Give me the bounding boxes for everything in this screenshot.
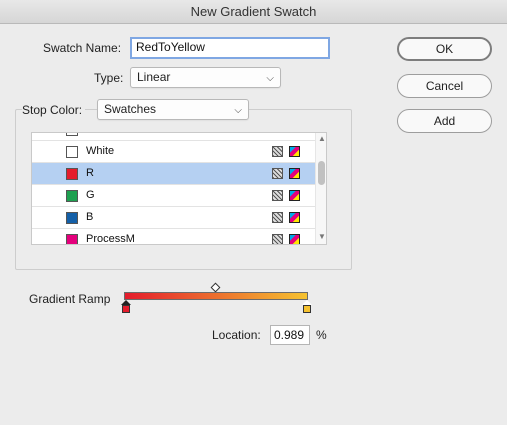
gradient-ramp[interactable]	[124, 292, 308, 300]
process-color-icon	[272, 212, 283, 223]
swatch-label: G	[86, 189, 95, 201]
add-button[interactable]: Add	[397, 109, 492, 133]
cmyk-mode-icon	[289, 146, 300, 157]
chevron-down-icon: ⌵	[234, 105, 242, 116]
cmyk-mode-icon	[289, 212, 300, 223]
stop-color-select-value: Swatches	[104, 102, 157, 116]
stop-color-label: Stop Color:	[22, 103, 86, 117]
ok-button[interactable]: OK	[397, 37, 492, 61]
location-field[interactable]: 0.989	[270, 325, 310, 345]
cancel-button[interactable]: Cancel	[397, 74, 492, 98]
list-item-partial	[32, 133, 315, 141]
swatch-chip	[66, 212, 78, 224]
list-item-g[interactable]: G	[32, 185, 315, 207]
process-color-icon	[272, 168, 283, 179]
list-item-white[interactable]: White	[32, 141, 315, 163]
swatch-chip	[66, 133, 78, 136]
type-select-value: Linear	[137, 70, 171, 84]
gradient-stop-start[interactable]	[121, 300, 131, 313]
type-select[interactable]: Linear ⌵	[130, 67, 281, 88]
swatch-label: ProcessM	[86, 233, 135, 245]
scroll-down-arrow-icon[interactable]: ▼	[318, 232, 326, 241]
swatch-list[interactable]: White R G B ProcessM ▲ ▼	[31, 132, 327, 245]
list-scrollbar[interactable]: ▲ ▼	[315, 133, 326, 244]
process-color-icon	[272, 234, 283, 244]
swatch-label: R	[86, 167, 94, 179]
gradient-ramp-label: Gradient Ramp	[29, 292, 111, 306]
list-item-r[interactable]: R	[32, 163, 315, 185]
midpoint-diamond-icon[interactable]	[210, 282, 221, 293]
dialog-title: New Gradient Swatch	[0, 0, 507, 24]
cmyk-mode-icon	[289, 234, 300, 244]
gradient-stop-end[interactable]	[302, 300, 312, 313]
chevron-down-icon: ⌵	[266, 73, 274, 84]
swatch-label: B	[86, 211, 94, 223]
type-label: Type:	[94, 71, 124, 85]
location-unit: %	[316, 328, 327, 342]
list-item-b[interactable]: B	[32, 207, 315, 229]
location-label: Location:	[212, 328, 261, 342]
scrollbar-thumb[interactable]	[318, 161, 325, 185]
swatch-label: White	[86, 145, 115, 157]
stop-color-chip	[303, 305, 311, 313]
swatch-name-field[interactable]: RedToYellow	[130, 37, 330, 59]
swatch-chip	[66, 234, 78, 244]
list-item-processm[interactable]: ProcessM	[32, 229, 315, 245]
stop-color-chip	[122, 305, 130, 313]
stop-color-select[interactable]: Swatches ⌵	[97, 99, 249, 120]
swatch-name-label: Swatch Name:	[43, 41, 122, 55]
process-color-icon	[272, 190, 283, 201]
scroll-up-arrow-icon[interactable]: ▲	[318, 134, 326, 143]
swatch-chip	[66, 146, 78, 158]
cmyk-mode-icon	[289, 190, 300, 201]
process-color-icon	[272, 146, 283, 157]
cmyk-mode-icon	[289, 168, 300, 179]
swatch-chip	[66, 190, 78, 202]
swatch-chip	[66, 168, 78, 180]
